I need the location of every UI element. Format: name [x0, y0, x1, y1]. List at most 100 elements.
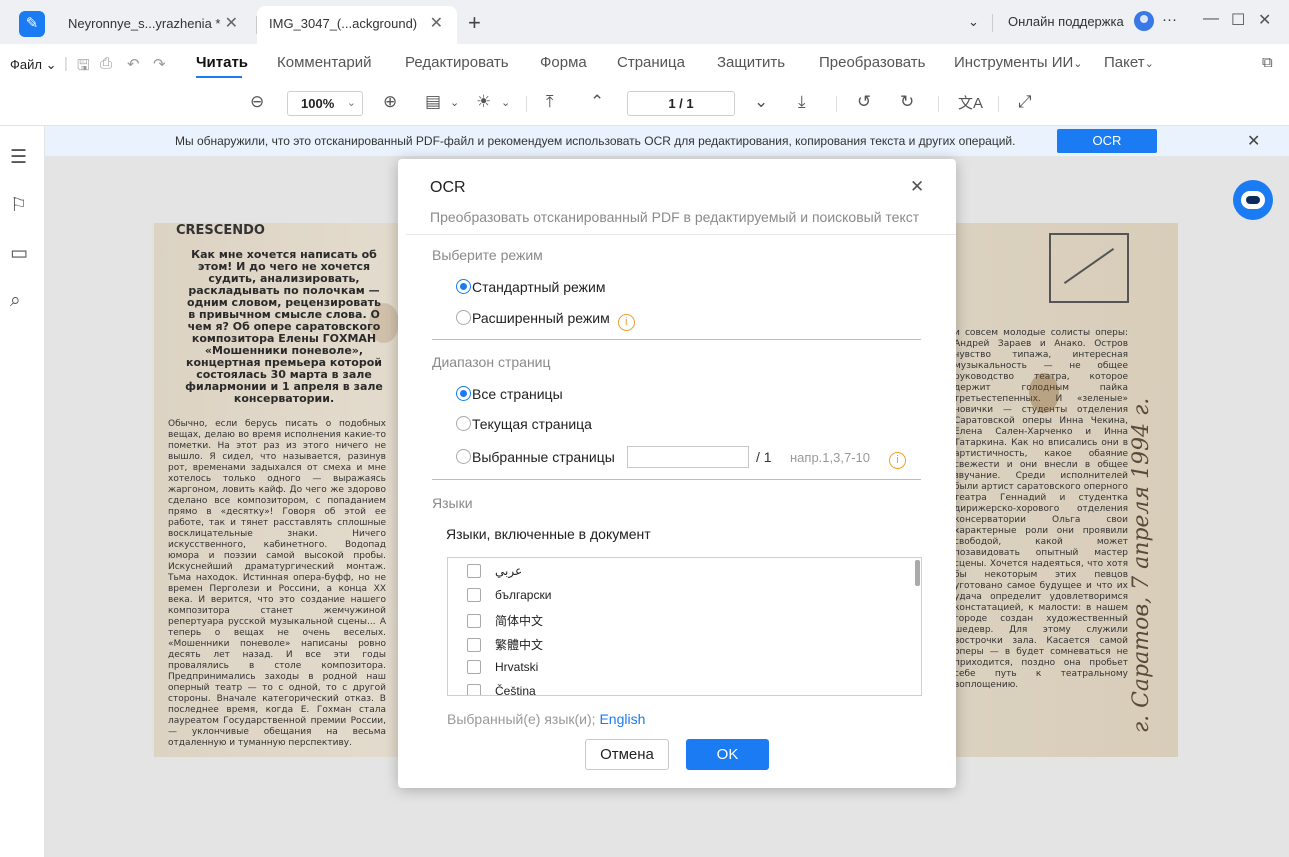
- page-range-input[interactable]: [627, 446, 749, 468]
- maximize-icon[interactable]: ☐: [1231, 10, 1245, 30]
- radio-selected[interactable]: [456, 279, 471, 294]
- menu-page[interactable]: Страница: [617, 54, 685, 71]
- file-menu-label: Файл: [10, 57, 42, 72]
- ocr-suggestion-banner: Мы обнаружили, что это отсканированный P…: [45, 126, 1289, 156]
- chevron-down-icon: ⌄: [1073, 58, 1083, 70]
- language-list[interactable]: عربي български 简体中文 繁體中文 Hrvatski Češtin…: [447, 557, 922, 696]
- language-item[interactable]: български: [467, 588, 551, 602]
- radio-unselected[interactable]: [456, 449, 471, 464]
- tab-document-2[interactable]: IMG_3047_(...ackground) ✕: [257, 6, 457, 44]
- menu-ai-tools[interactable]: Инструменты ИИ⌄: [954, 54, 1082, 71]
- tab-close-icon[interactable]: ✕: [225, 6, 238, 42]
- bookmark-icon[interactable]: ⚐: [10, 194, 27, 217]
- language-item[interactable]: 繁體中文: [467, 636, 543, 653]
- first-page-icon[interactable]: ⤒: [546, 92, 554, 112]
- banner-close-icon[interactable]: ✕: [1247, 131, 1260, 151]
- new-tab-icon[interactable]: +: [468, 10, 481, 36]
- last-page-icon[interactable]: ⤓: [798, 92, 806, 112]
- page-range-total: / 1: [756, 449, 772, 465]
- chevron-down-icon[interactable]: ⌄: [501, 96, 510, 109]
- search-icon[interactable]: ⌕: [10, 290, 21, 312]
- dialog-close-icon[interactable]: ✕: [910, 177, 924, 197]
- page-range-info[interactable]: i: [889, 448, 906, 469]
- language-checkbox[interactable]: [467, 638, 481, 652]
- print-icon[interactable]: ⎙: [100, 55, 112, 72]
- redo-icon[interactable]: ↷: [153, 55, 166, 73]
- language-checkbox[interactable]: [467, 564, 481, 578]
- undo-icon[interactable]: ↶: [127, 55, 140, 73]
- menu-comment[interactable]: Комментарий: [277, 54, 371, 71]
- zoom-select[interactable]: 100% ⌄: [287, 91, 363, 116]
- close-window-icon[interactable]: ✕: [1258, 10, 1271, 30]
- radio-unselected[interactable]: [456, 416, 471, 431]
- language-label: 简体中文: [495, 614, 544, 628]
- zoom-out-icon[interactable]: ⊖: [250, 92, 264, 112]
- range-all-label: Все страницы: [472, 386, 563, 402]
- save-icon[interactable]: 🖫: [77, 55, 90, 80]
- zoom-value: 100%: [301, 96, 335, 111]
- tab-close-icon[interactable]: ✕: [430, 6, 443, 42]
- app-logo-icon[interactable]: ✎: [19, 11, 45, 37]
- open-external-icon[interactable]: ⧉: [1262, 54, 1273, 71]
- language-checkbox[interactable]: [467, 614, 481, 628]
- online-support-link[interactable]: Онлайн поддержка: [1008, 14, 1124, 29]
- language-checkbox[interactable]: [467, 588, 481, 602]
- language-section-label: Языки: [432, 495, 473, 511]
- menu-form[interactable]: Форма: [540, 54, 587, 71]
- range-all-option[interactable]: Все страницы: [456, 386, 563, 402]
- fullscreen-icon[interactable]: ⤢: [1018, 92, 1032, 112]
- page-view-icon[interactable]: ▤: [425, 92, 441, 112]
- active-menu-indicator: [196, 76, 242, 78]
- zoom-in-icon[interactable]: ⊕: [383, 92, 397, 112]
- language-item[interactable]: Hrvatski: [467, 660, 538, 674]
- translate-icon[interactable]: 文A: [958, 92, 983, 113]
- menu-protect[interactable]: Защитить: [717, 54, 785, 71]
- radio-unselected[interactable]: [456, 310, 471, 325]
- dialog-title: OCR: [430, 179, 466, 196]
- language-item[interactable]: 简体中文: [467, 612, 543, 629]
- menu-batch[interactable]: Пакет⌄: [1104, 54, 1154, 71]
- newspaper-logo-icon: [1049, 233, 1129, 303]
- mode-standard-label: Стандартный режим: [472, 279, 606, 295]
- comments-icon[interactable]: ▭: [10, 242, 28, 265]
- language-item[interactable]: Čeština: [467, 684, 536, 695]
- chevron-down-icon[interactable]: ⌄: [450, 96, 459, 109]
- newspaper-body: Обычно, если берусь писать о подобных ве…: [168, 419, 386, 748]
- ok-button[interactable]: OK: [686, 739, 769, 770]
- next-page-icon[interactable]: ⌄: [754, 92, 768, 112]
- tab-document-1[interactable]: Neyronnye_s...yrazhenia * ✕: [56, 6, 256, 44]
- language-list-scrollbar[interactable]: [915, 560, 920, 586]
- language-checkbox[interactable]: [467, 684, 481, 695]
- language-item[interactable]: عربي: [467, 564, 522, 578]
- menu-edit[interactable]: Редактировать: [405, 54, 509, 71]
- more-icon[interactable]: ···: [1162, 11, 1177, 28]
- range-current-label: Текущая страница: [472, 416, 592, 432]
- mode-advanced-option[interactable]: Расширенный режим i: [456, 310, 635, 331]
- minimize-icon[interactable]: —: [1203, 10, 1219, 28]
- language-subtitle: Языки, включенные в документ: [446, 526, 651, 542]
- range-selected-option[interactable]: Выбранные страницы: [456, 449, 615, 465]
- chevron-down-icon[interactable]: ⌄: [968, 14, 979, 30]
- previous-page-icon[interactable]: ⌃: [590, 92, 604, 112]
- cancel-button[interactable]: Отмена: [585, 739, 669, 770]
- brightness-icon[interactable]: ☀: [476, 92, 491, 112]
- banner-ocr-button[interactable]: OCR: [1057, 129, 1157, 153]
- menu-read[interactable]: Читать: [196, 54, 248, 71]
- mode-standard-option[interactable]: Стандартный режим: [456, 279, 605, 295]
- mode-advanced-label: Расширенный режим: [472, 310, 610, 326]
- ai-assistant-icon[interactable]: [1233, 180, 1273, 220]
- radio-selected[interactable]: [456, 386, 471, 401]
- selected-languages-value[interactable]: English: [599, 711, 645, 727]
- range-current-option[interactable]: Текущая страница: [456, 416, 592, 432]
- thumbnails-icon[interactable]: ☰: [10, 146, 27, 169]
- language-checkbox[interactable]: [467, 660, 481, 674]
- page-number-input[interactable]: 1 / 1: [627, 91, 735, 116]
- info-icon[interactable]: i: [889, 452, 906, 469]
- file-menu[interactable]: Файл ⌄: [10, 57, 56, 73]
- rotate-right-icon[interactable]: ↻: [900, 92, 914, 112]
- info-icon[interactable]: i: [617, 314, 635, 331]
- rotate-left-icon[interactable]: ↺: [857, 92, 871, 112]
- menu-convert[interactable]: Преобразовать: [819, 54, 925, 71]
- user-avatar[interactable]: [1134, 11, 1154, 31]
- paper-stain: [1029, 373, 1059, 413]
